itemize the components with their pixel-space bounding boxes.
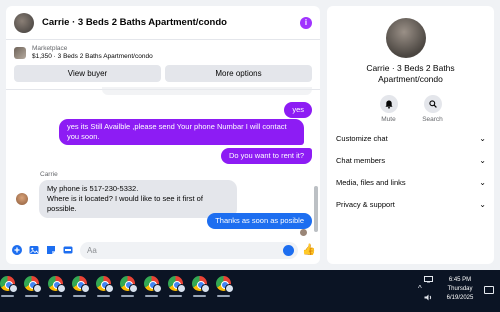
section-customize-chat[interactable]: Customize chat ⌄ — [336, 134, 486, 143]
message-input[interactable]: Aa — [80, 241, 298, 259]
view-buyer-button[interactable]: View buyer — [14, 65, 161, 82]
sticker-icon[interactable] — [46, 245, 56, 255]
sender-avatar[interactable] — [16, 193, 28, 205]
chevron-down-icon: ⌄ — [479, 134, 486, 143]
chevron-down-icon: ⌄ — [479, 156, 486, 165]
contact-avatar-large[interactable] — [386, 18, 426, 58]
section-media-files-links[interactable]: Media, files and links ⌄ — [336, 178, 486, 187]
info-icon[interactable]: i — [300, 16, 312, 29]
details-title: Carrie · 3 Beds 2 Baths Apartment/condo — [327, 63, 494, 85]
details-title-line1: Carrie · 3 Beds 2 Baths — [366, 63, 455, 73]
scrollbar-thumb[interactable] — [314, 186, 318, 232]
marketplace-listing: Marketplace $1,350 · 3 Beds 2 Baths Apar… — [6, 40, 320, 90]
chat-pane: Carrie · 3 Beds 2 Baths Apartment/condo … — [6, 6, 320, 264]
search-label: Search — [422, 116, 443, 123]
chevron-up-icon[interactable]: ^ — [418, 284, 422, 293]
notification-icon[interactable] — [484, 286, 494, 294]
message-bubble: My phone is 517-230-5332. Where is it lo… — [39, 180, 237, 218]
emoji-icon[interactable] — [283, 244, 294, 256]
clock[interactable]: 6:45 PM Thursday 6/19/2025 — [442, 276, 478, 303]
section-label: Privacy & support — [336, 200, 395, 209]
taskbar-apps — [0, 276, 235, 297]
browser-app-icon[interactable] — [96, 276, 115, 297]
browser-app-icon[interactable] — [144, 276, 163, 297]
read-receipt-avatar — [300, 229, 307, 236]
marketplace-label: Marketplace — [32, 45, 68, 52]
system-tray: ^ 6:45 PM Thursday 6/19/2025 — [410, 270, 500, 312]
listing-thumbnail[interactable] — [14, 47, 26, 59]
chat-header: Carrie · 3 Beds 2 Baths Apartment/condo … — [6, 6, 320, 40]
clock-day: Thursday — [447, 286, 473, 292]
message-bubble: yes its Still Availble ,please send Your… — [59, 119, 304, 145]
sender-name: Carrie — [40, 171, 58, 178]
listing-price[interactable]: $1,350 · 3 Beds 2 Baths Apartment/condo — [32, 53, 153, 61]
volume-icon[interactable] — [424, 294, 433, 303]
browser-app-icon[interactable] — [120, 276, 139, 297]
browser-app-icon[interactable] — [0, 276, 19, 297]
contact-avatar[interactable] — [14, 12, 34, 33]
section-label: Chat members — [336, 156, 386, 165]
clock-date: 6/19/2025 — [446, 295, 474, 301]
mute-label: Mute — [381, 116, 396, 123]
browser-app-icon[interactable] — [216, 276, 235, 297]
section-chat-members[interactable]: Chat members ⌄ — [336, 156, 486, 165]
mute-button[interactable]: Mute — [377, 95, 401, 123]
message-bubble: Do you want to rent it? — [220, 148, 312, 164]
browser-app-icon[interactable] — [24, 276, 43, 297]
network-icon[interactable] — [424, 276, 433, 285]
bell-icon — [379, 95, 398, 113]
browser-app-icon[interactable] — [72, 276, 91, 297]
details-pane: Carrie · 3 Beds 2 Baths Apartment/condo … — [327, 6, 494, 264]
search-icon — [423, 95, 442, 113]
section-label: Customize chat — [336, 134, 388, 143]
thumbs-up-icon[interactable]: 👍 — [302, 244, 316, 256]
clock-time: 6:45 PM — [448, 277, 472, 283]
browser-app-icon[interactable] — [168, 276, 187, 297]
chevron-down-icon: ⌄ — [479, 178, 486, 187]
section-privacy-support[interactable]: Privacy & support ⌄ — [336, 200, 486, 209]
more-options-button[interactable]: More options — [165, 65, 312, 82]
browser-app-icon[interactable] — [192, 276, 211, 297]
photo-icon[interactable] — [29, 245, 39, 255]
message-list: yes yes its Still Availble ,please send … — [6, 87, 320, 239]
composer-placeholder: Aa — [87, 245, 97, 255]
chat-title[interactable]: Carrie · 3 Beds 2 Baths Apartment/condo — [42, 17, 227, 28]
browser-app-icon[interactable] — [48, 276, 67, 297]
composer: Aa 👍 — [6, 236, 320, 264]
search-button[interactable]: Search — [421, 95, 445, 123]
gif-icon[interactable] — [63, 245, 73, 255]
details-title-line2: Apartment/condo — [378, 74, 443, 84]
taskbar: ^ 6:45 PM Thursday 6/19/2025 — [0, 270, 500, 312]
message-bubble: yes — [284, 102, 312, 118]
plus-icon[interactable] — [12, 245, 22, 255]
section-label: Media, files and links — [336, 178, 406, 187]
message-bubble: Thanks as soon as posible — [207, 213, 312, 229]
chevron-down-icon: ⌄ — [479, 200, 486, 209]
truncated-message — [102, 87, 312, 95]
